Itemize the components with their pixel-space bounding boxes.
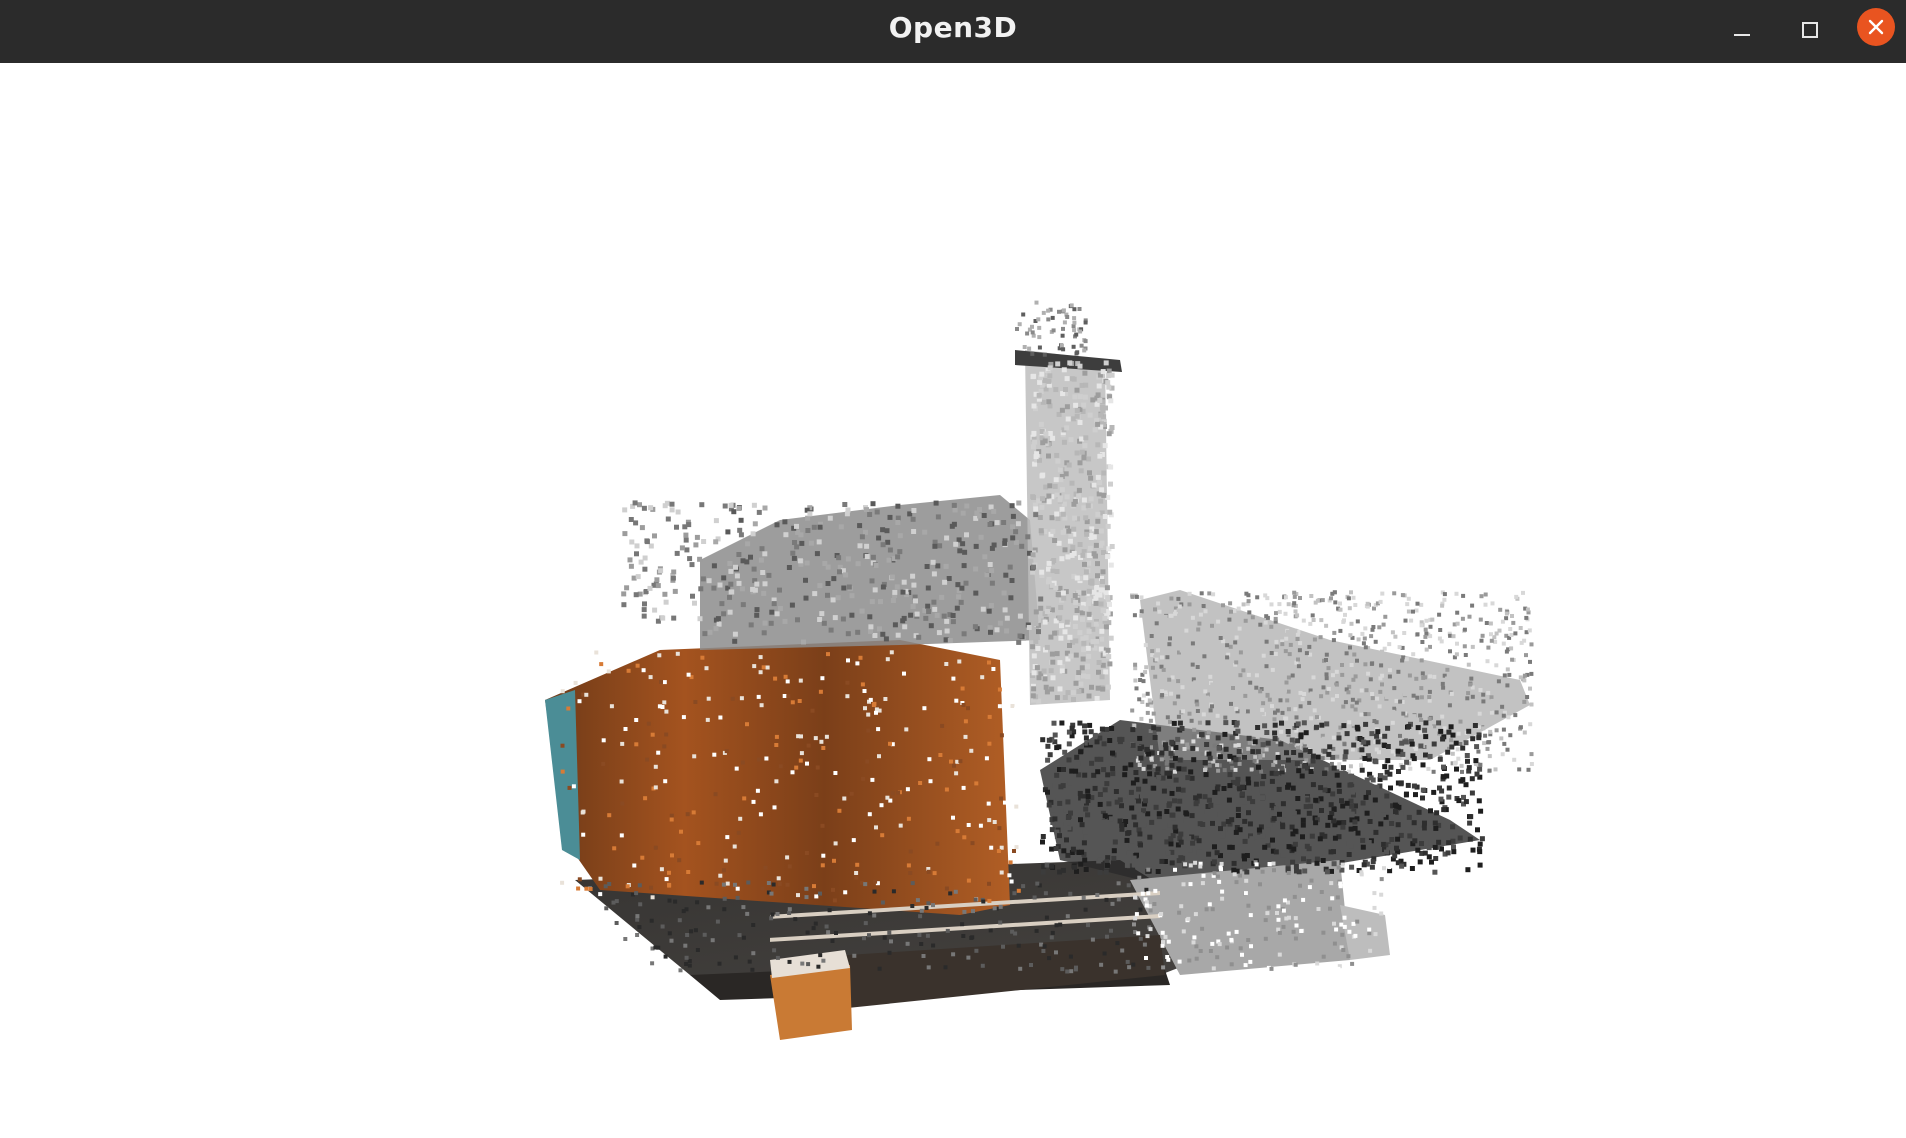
maximize-button[interactable]	[1790, 10, 1830, 50]
window-title: Open3D	[888, 11, 1018, 44]
point-cloud-render[interactable]	[0, 63, 1906, 1138]
window-titlebar[interactable]: Open3D	[0, 0, 1906, 63]
maximize-icon	[1802, 22, 1818, 38]
3d-viewport[interactable]	[0, 63, 1906, 1138]
teal-panel	[545, 690, 580, 860]
minimize-icon	[1734, 34, 1750, 36]
close-icon	[1868, 19, 1884, 35]
minimize-button[interactable]	[1722, 10, 1762, 50]
left-wall	[545, 640, 1010, 915]
close-button[interactable]	[1857, 8, 1895, 46]
